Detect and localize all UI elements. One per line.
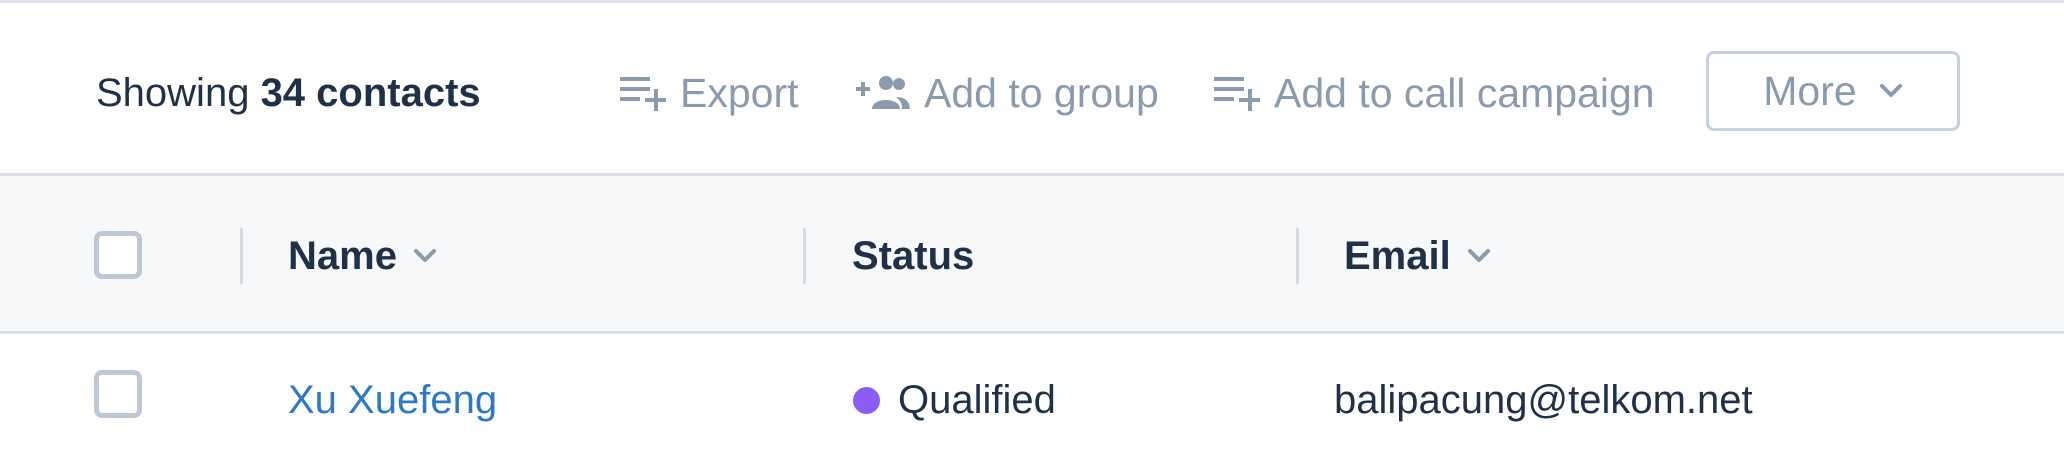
contact-email-cell: balipacung@telkom.net	[1334, 374, 1753, 426]
column-header-email[interactable]: Email	[1344, 231, 1491, 281]
playlist-add-icon	[1214, 75, 1260, 111]
column-header-status-label: Status	[852, 233, 975, 278]
showing-prefix: Showing	[96, 71, 250, 115]
add-to-group-label: Add to group	[924, 69, 1159, 116]
column-header-email-label: Email	[1344, 233, 1451, 278]
chevron-down-icon	[1879, 83, 1903, 99]
add-to-call-campaign-button[interactable]: Add to call campaign	[1214, 65, 1655, 121]
contact-name-link[interactable]: Xu Xuefeng	[288, 378, 497, 423]
more-dropdown-button[interactable]: More	[1706, 51, 1960, 131]
contact-status-cell: Qualified	[853, 374, 1056, 426]
export-label: Export	[680, 69, 799, 116]
column-header-name[interactable]: Name	[288, 231, 437, 281]
select-all-checkbox[interactable]	[94, 231, 142, 279]
contact-name-cell: Xu Xuefeng	[288, 374, 497, 426]
column-header-status: Status	[852, 231, 974, 281]
export-button[interactable]: Export	[620, 65, 799, 121]
column-divider	[803, 228, 806, 284]
status-indicator-dot	[853, 386, 880, 414]
chevron-down-icon	[1467, 248, 1491, 264]
column-divider	[240, 228, 243, 284]
contact-status-label: Qualified	[898, 377, 1056, 422]
add-to-group-button[interactable]: Add to group	[856, 65, 1159, 121]
chevron-down-icon	[413, 248, 437, 264]
showing-summary: Showing 34 contacts	[96, 69, 481, 117]
table-header: Name Status Email	[0, 176, 2064, 334]
row-select-checkbox[interactable]	[94, 370, 142, 418]
contact-count: 34 contacts	[260, 71, 481, 115]
column-header-name-label: Name	[288, 233, 397, 278]
more-label: More	[1763, 67, 1857, 114]
contacts-toolbar: Showing 34 contacts Export Add to group …	[0, 0, 2064, 176]
playlist-add-icon	[620, 75, 666, 111]
contact-email: balipacung@telkom.net	[1334, 377, 1753, 422]
column-divider	[1296, 228, 1299, 284]
table-row: Xu Xuefeng Qualified balipacung@telkom.n…	[0, 334, 2064, 456]
add-to-call-campaign-label: Add to call campaign	[1274, 69, 1655, 116]
group-add-icon	[856, 75, 910, 111]
contacts-page: Showing 34 contacts Export Add to group …	[0, 0, 2064, 456]
